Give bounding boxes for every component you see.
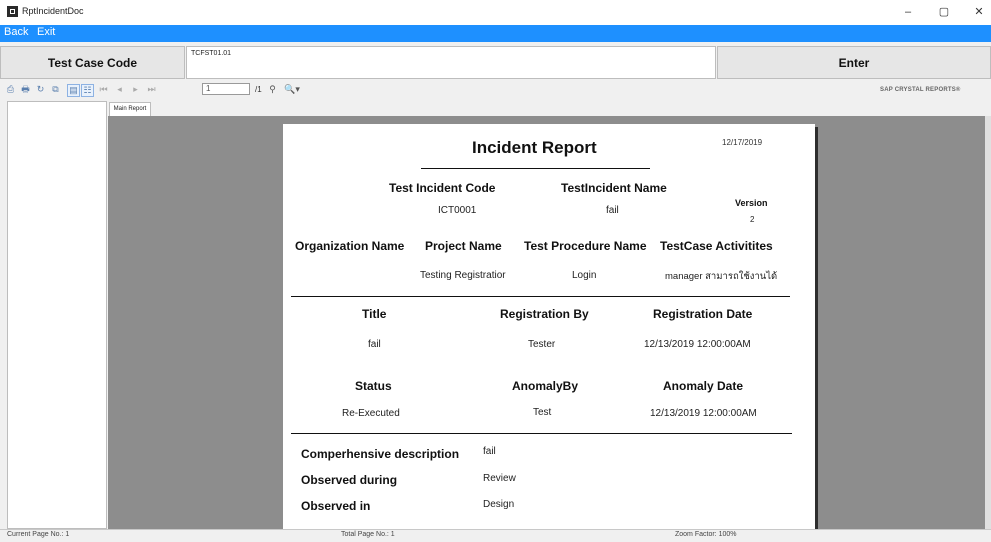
zoom-factor-status: Zoom Factor: 100% bbox=[675, 531, 737, 538]
last-page-icon[interactable]: ⏭ bbox=[146, 84, 157, 95]
status-value: Re-Executed bbox=[342, 408, 400, 419]
page-total-label: /1 bbox=[255, 85, 262, 94]
title-value: fail bbox=[368, 339, 381, 350]
toggle-group-tree-icon[interactable]: ☷ bbox=[81, 84, 94, 97]
test-case-code-label: Test Case Code bbox=[0, 46, 185, 79]
window-title: RptIncidentDoc bbox=[22, 6, 84, 16]
menu-bar bbox=[0, 25, 991, 42]
incident-name-value: fail bbox=[606, 205, 619, 216]
header-incident-code: Test Incident Code bbox=[389, 181, 496, 195]
observed-during-value: Review bbox=[483, 473, 516, 484]
header-observed-during: Observed during bbox=[301, 473, 398, 487]
registration-date-value: 12/13/2019 12:00:00AM bbox=[644, 339, 751, 350]
header-incident-name: TestIncident Name bbox=[561, 181, 667, 195]
crystal-reports-brand: SAP CRYSTAL REPORTS® bbox=[880, 87, 961, 93]
section-divider-2 bbox=[291, 433, 792, 434]
title-bar bbox=[0, 0, 991, 25]
vertical-scrollbar[interactable] bbox=[985, 116, 991, 529]
header-comprehensive-description: Comperhensive description bbox=[301, 447, 460, 461]
current-page-status: Current Page No.: 1 bbox=[7, 531, 70, 538]
toggle-parameter-icon[interactable]: ▤ bbox=[67, 84, 80, 97]
app-icon bbox=[7, 6, 18, 17]
header-observed-in: Observed in bbox=[301, 499, 371, 513]
incident-code-value: ICT0001 bbox=[438, 205, 477, 216]
maximize-button[interactable]: ▢ bbox=[932, 3, 956, 21]
header-organization-name: Organization Name bbox=[295, 239, 405, 253]
menu-back[interactable]: Back bbox=[4, 26, 28, 38]
report-title: Incident Report bbox=[472, 138, 597, 157]
anomaly-by-value: Test bbox=[533, 407, 552, 418]
prev-page-icon[interactable]: ◂ bbox=[114, 84, 125, 95]
header-status: Status bbox=[355, 379, 392, 393]
testcase-activities-value: manager สามารถใช้งานได้ bbox=[665, 271, 778, 282]
project-name-value: Testing Registratior bbox=[420, 270, 506, 281]
test-procedure-value: Login bbox=[572, 270, 597, 281]
header-anomaly-by: AnomalyBy bbox=[512, 379, 579, 393]
header-title: Title bbox=[362, 307, 387, 321]
zoom-icon[interactable]: 🔍▾ bbox=[282, 84, 302, 95]
page-number-input[interactable]: 1 bbox=[202, 83, 250, 95]
version-value: 2 bbox=[750, 215, 755, 224]
header-project-name: Project Name bbox=[425, 239, 502, 253]
test-case-code-input[interactable]: TCFST01.01 bbox=[186, 46, 716, 79]
group-tree-panel[interactable] bbox=[7, 101, 107, 529]
observed-in-value: Design bbox=[483, 499, 515, 510]
comprehensive-description-value: fail bbox=[483, 446, 496, 457]
first-page-icon[interactable]: ⏮ bbox=[98, 84, 109, 95]
header-registration-by: Registration By bbox=[500, 307, 589, 321]
total-page-status: Total Page No.: 1 bbox=[341, 531, 395, 538]
report-page: Incident Report 12/17/2019 Test Incident… bbox=[283, 124, 815, 529]
title-underline bbox=[421, 168, 650, 169]
find-icon[interactable]: ⚲ bbox=[267, 84, 278, 95]
header-version: Version bbox=[735, 198, 768, 208]
refresh-icon[interactable]: ↻ bbox=[35, 84, 46, 95]
copy-icon[interactable]: ⧉ bbox=[50, 84, 61, 95]
header-testcase-activities: TestCase Activitites bbox=[660, 239, 773, 253]
tab-main-report[interactable]: Main Report bbox=[109, 102, 151, 116]
header-registration-date: Registration Date bbox=[653, 307, 753, 321]
header-test-procedure-name: Test Procedure Name bbox=[524, 239, 647, 253]
next-page-icon[interactable]: ▸ bbox=[130, 84, 141, 95]
export-icon[interactable]: ⎙ bbox=[5, 84, 16, 95]
print-icon[interactable]: 🖶 bbox=[20, 84, 31, 95]
enter-button[interactable]: Enter bbox=[717, 46, 991, 79]
close-button[interactable]: ✕ bbox=[967, 3, 991, 21]
section-divider-1 bbox=[291, 296, 790, 297]
report-date: 12/17/2019 bbox=[722, 138, 763, 147]
registration-by-value: Tester bbox=[528, 339, 556, 350]
menu-exit[interactable]: Exit bbox=[37, 26, 55, 38]
status-bar bbox=[0, 529, 991, 542]
anomaly-date-value: 12/13/2019 12:00:00AM bbox=[650, 408, 757, 419]
header-anomaly-date: Anomaly Date bbox=[663, 379, 744, 393]
minimize-button[interactable]: – bbox=[896, 3, 920, 21]
